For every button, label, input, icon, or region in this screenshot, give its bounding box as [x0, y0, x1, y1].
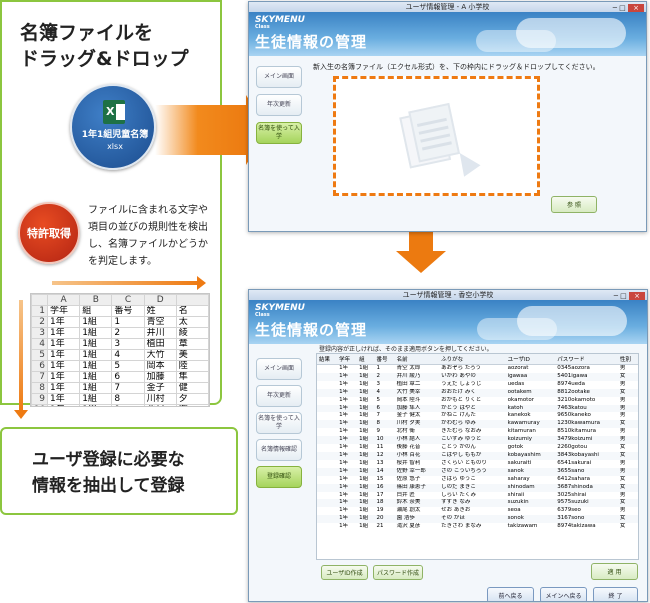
col-grade[interactable]: 学年 — [337, 354, 358, 365]
heading-line-1: 名簿ファイルを — [20, 22, 154, 44]
window-titlebar: ユーザ情報管理 - A 小学校 ─ □ × — [249, 2, 646, 12]
table-row[interactable]: 1年 1組 11 後藤 花音 ごとう かのん gotok 2260gotou 女 — [317, 444, 638, 452]
app-banner: SKYMENU Class 生徒情報の管理 — [249, 12, 646, 56]
sheet-row: 2 1年 1組 1 青空太 — [31, 316, 209, 328]
back-button[interactable]: 前へ戻る — [487, 587, 534, 601]
main-menu-button[interactable]: メインへ戻る — [540, 587, 587, 601]
side-button-enroll[interactable]: 名簿を使って入学 — [256, 122, 302, 144]
table-row[interactable]: 1年 1組 6 加藤 隼人 かとう はやと katoh 7463katou 男 — [317, 404, 638, 413]
maximize-icon[interactable]: □ — [619, 4, 626, 12]
spreadsheet-preview: A B C D 1 学年組番号姓名 2 1年 1組 1 青空太 3 1年 1組 2 井川綾 4 1年 1組 3… — [30, 293, 210, 407]
excel-icon: X — [103, 100, 125, 124]
table-row[interactable]: 1年 1組 19 瀬尾 創太 せお あきお seoa 6379seo 男 — [317, 507, 638, 515]
file-drop-zone[interactable] — [333, 76, 540, 196]
patent-description: ファイルに含まれる文字や項目の並びの規則性を検出し、名簿ファイルかどうかを判定し… — [88, 205, 208, 267]
table-row[interactable]: 1年 1組 18 鈴木 奈美 すずき なみ suzukin 9575suzuki 女 — [317, 499, 638, 508]
register-instruction: 登録内容が正しければ、そのまま適用ボタンを押してください。 — [319, 346, 493, 353]
side-button-main[interactable]: メイン画面 — [256, 66, 302, 88]
window-title: ユーザ情報管理 - 香空小学校 — [402, 291, 494, 299]
create-userid-button[interactable]: ユーザID作成 — [321, 565, 368, 580]
window-titlebar: ユーザ情報管理 - 香空小学校 ─ □ × — [249, 290, 647, 300]
table-row[interactable]: 1年 1組 4 大竹 美幸 おおたけ みく ootakem 8812ootake 女 — [317, 388, 638, 397]
table-row[interactable]: 1年 1組 9 北村 衛きたむら なおみ kitamuran 8510kitamura 男 — [317, 428, 638, 436]
excel-file-badge: X 1年1組児童名簿 xlsx — [70, 84, 156, 170]
close-icon[interactable]: × — [629, 292, 645, 300]
app-banner: SKYMENU Class 生徒情報の管理 — [249, 300, 647, 344]
sheet-row: 6 1年 1組 5 岡本陸 — [31, 360, 209, 372]
side-button-yearly[interactable]: 年次更新 — [256, 94, 302, 116]
sheet-row: 9 1年 1組 8 川村夕 — [31, 393, 209, 405]
side-button-register-check[interactable]: 登録確認 — [256, 466, 302, 488]
patent-label: 特許取得 — [27, 227, 71, 240]
apply-button[interactable]: 適 用 — [591, 563, 638, 580]
sheet-row: 1 学年組番号姓名 — [31, 305, 209, 317]
arrow-down-icon — [14, 300, 28, 419]
side-button-enroll[interactable]: 名簿を使って入学 — [256, 412, 302, 434]
excel-file-name: 1年1組児童名簿 — [81, 130, 149, 140]
table-row[interactable]: 1年 1組 5 岡本 陸斗 おかもと りくと okamotor 3210okamoto 男 — [317, 397, 638, 405]
table-row[interactable]: 1年 1組 20 園 浩歩 その かほ sonok 3167sono 女 — [317, 515, 638, 524]
col-furigana[interactable]: ふりがな — [439, 354, 506, 365]
sheet-column-headers: A B C D — [31, 294, 209, 306]
sheet-row: 8 1年 1組 7 金子健 — [31, 382, 209, 394]
side-button-yearly[interactable]: 年次更新 — [256, 385, 302, 407]
dragdrop-heading: 名簿ファイルを ドラッグ&ドロップ — [20, 20, 210, 72]
excel-file-ext: xlsx — [107, 142, 123, 151]
brand-logo: SKYMENU Class — [255, 303, 305, 318]
maximize-icon[interactable]: □ — [620, 292, 627, 300]
callout-line-1: ユーザ登録に必要な — [32, 450, 185, 470]
sheet-row: 101年1組9北村衛 — [31, 404, 209, 406]
banner-title: 生徒情報の管理 — [255, 321, 368, 339]
sheet-row: 3 1年 1組 2 井川綾 — [31, 327, 209, 339]
window-body: メイン画面 年次更新 名簿を使って入学 名簿情報確認 登録確認 登録内容が正しけ… — [249, 344, 647, 601]
col-number[interactable]: 番号 — [374, 354, 395, 365]
create-password-button[interactable]: パスワード作成 — [373, 565, 423, 580]
table-row[interactable]: 1年 1組 15 佐原 悠子 さはら ゆうこ saharay 6412sahara 女 — [317, 476, 638, 484]
window-body: メイン画面 年次更新 名簿を使って入学 新入生の名簿ファイル（エクセル形式）を、… — [249, 56, 646, 231]
table-row[interactable]: 1年 1組 16 篠田 康恵子 しのだ まきこ shinodam 3687shinoda 女 — [317, 483, 638, 492]
drag-arrow-icon — [155, 95, 268, 165]
banner-title: 生徒情報の管理 — [255, 33, 368, 51]
arrow-right-icon — [52, 276, 206, 290]
callout-line-2: 情報を抽出して登録 — [32, 476, 185, 496]
browse-button[interactable]: 参 照 — [551, 196, 597, 213]
table-row[interactable]: 1年 1組 13 桜井 智利 さくらい とものり sakuraiti 6541sakurai… — [317, 460, 638, 468]
heading-line-2: ドラッグ&ドロップ — [20, 48, 189, 70]
minimize-icon[interactable]: ─ — [614, 292, 618, 300]
table-row[interactable]: 1年 1組 7 金子 健太 かねこ けんた kanekok 9650kaneko 男 — [317, 412, 638, 420]
table-row[interactable]: 1年 1組 17 白井 匠しらい たくみ shiraii 3025shirai 男 — [317, 492, 638, 500]
table-row[interactable]: 1年 1組 8 川村 夕実 かわむら ゆみ kawamuray 1230kawamura 女 — [317, 420, 638, 429]
col-class[interactable]: 組 — [357, 354, 375, 365]
dragdrop-window: ユーザ情報管理 - A 小学校 ─ □ × SKYMENU Class 生徒情報の… — [248, 1, 647, 232]
dragdrop-instruction: 新入生の名簿ファイル（エクセル形式）を、下の枠内にドラッグ＆ドロップしてください… — [313, 63, 600, 71]
table-row[interactable]: 1年 1組 3 植田 章二 うえだ しょうじ uedas 8974ueda 男 — [317, 381, 638, 389]
sheet-row: 7 1年 1組 6 加藤隼 — [31, 371, 209, 383]
side-button-roster-check[interactable]: 名簿情報確認 — [256, 439, 302, 461]
table-row[interactable]: 1年 1組 12 小林 百花 こばやし ももか kobayashim 3843kobayas… — [317, 451, 638, 460]
sheet-row: 4 1年 1組 3 植田章 — [31, 338, 209, 350]
table-header-row: 結果 学年 組 番号 名前 ふりがな ユーザID パスワード 性別 — [317, 354, 638, 365]
table-row[interactable]: 1年 1組 2 井川 綾乃 いがわ あやの igawaa 5401igawa 女 — [317, 372, 638, 381]
minimize-icon[interactable]: ─ — [613, 4, 617, 12]
registration-callout: ユーザ登録に必要な 情報を抽出して登録 — [0, 427, 238, 515]
registration-window: ユーザ情報管理 - 香空小学校 ─ □ × SKYMENU Class 生徒情報の… — [248, 289, 648, 602]
info-panel: 名簿ファイルを ドラッグ&ドロップ X 1年1組児童名簿 xlsx 特許取得 フ… — [0, 0, 222, 419]
exit-button[interactable]: 終 了 — [593, 587, 638, 601]
col-password[interactable]: パスワード — [555, 354, 618, 365]
sheet-row: 5 1年 1組 4 大竹美 — [31, 349, 209, 361]
side-button-main[interactable]: メイン画面 — [256, 358, 302, 380]
table-row[interactable]: 1年 1組 21 滝沢 夏彦 たきざわ まなみ takizawam 8974takizawa… — [317, 523, 638, 531]
table-row[interactable]: 1年 1組 14 佐野 幸一郎 さの こういちろう sanok 3655sano 男 — [317, 467, 638, 476]
close-icon[interactable]: × — [628, 4, 644, 12]
col-name[interactable]: 名前 — [394, 354, 440, 365]
patent-badge: 特許取得 — [18, 202, 80, 264]
window-title: ユーザ情報管理 - A 小学校 — [405, 3, 490, 11]
brand-logo: SKYMENU Class — [255, 15, 305, 30]
col-result[interactable]: 結果 — [317, 354, 338, 365]
user-table: 結果 学年 組 番号 名前 ふりがな ユーザID パスワード 性別 1年 1組 1 青… — [316, 353, 639, 560]
table-row[interactable]: 1年 1組 10 小林 結人 こいずみ ゆうと koizumiy 3479koizumi 男 — [317, 436, 638, 445]
col-userid[interactable]: ユーザID — [505, 354, 556, 365]
table-row[interactable]: 1年 1組 1 青空 太郎 あおぞら たろう aozorat 0345aozora 男 — [317, 365, 638, 373]
col-gender[interactable]: 性別 — [617, 354, 638, 365]
